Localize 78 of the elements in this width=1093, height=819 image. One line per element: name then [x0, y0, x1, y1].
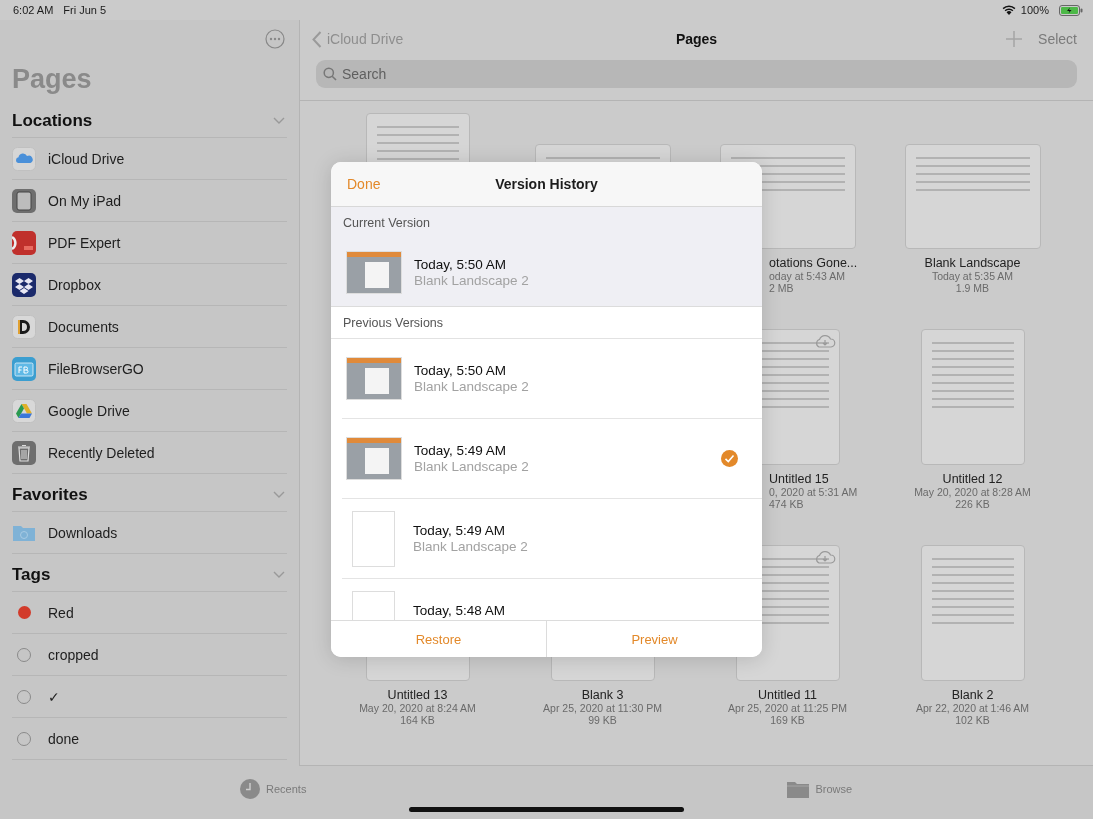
sidebar-item[interactable]: Downloads [12, 512, 287, 554]
sidebar-item[interactable]: Red [12, 592, 287, 634]
sidebar-item[interactable]: Documents [12, 306, 287, 348]
chevron-down-icon[interactable] [273, 116, 285, 125]
file-size: 1.9 MB [955, 282, 990, 294]
battery-icon [1059, 4, 1083, 16]
search-field[interactable]: Search [316, 60, 1077, 88]
section-header: Tags [12, 564, 51, 585]
sidebar-item[interactable]: cropped [12, 634, 287, 676]
version-row[interactable]: Today, 5:49 AM Blank Landscape 2 [342, 499, 762, 579]
sidebar-item[interactable]: Dropbox [12, 264, 287, 306]
file-date: May 20, 2020 at 8:24 AM [359, 702, 476, 714]
file-size: 226 KB [955, 498, 990, 510]
more-button[interactable] [265, 29, 285, 49]
section-header: Current Version [331, 207, 762, 239]
search-icon [323, 67, 337, 81]
clock-icon [240, 779, 261, 799]
sidebar-item[interactable]: ✓ [12, 676, 287, 718]
file-size: 2 MB [769, 282, 794, 294]
file-date: May 20, 2020 at 8:28 AM [914, 486, 1031, 498]
letter-d-icon [12, 314, 36, 339]
sidebar-item[interactable]: done [12, 718, 287, 760]
file-size: 99 KB [588, 714, 617, 726]
version-row[interactable]: Today, 5:49 AM Blank Landscape 2 [342, 419, 762, 499]
tablet-icon [12, 188, 36, 213]
document-thumbnail[interactable] [904, 144, 1041, 249]
sidebar-item[interactable]: On My iPad [12, 180, 287, 222]
battery-percent: 100% [1020, 4, 1049, 16]
chevron-left-icon [312, 30, 322, 48]
document-thumbnail[interactable] [920, 329, 1025, 465]
file-size: 474 KB [769, 498, 804, 510]
add-icon[interactable] [1006, 31, 1023, 47]
file-name: otations Gone... [769, 256, 858, 270]
file-date: Today at 5:35 AM [931, 270, 1014, 282]
sidebar-item[interactable]: PDF Expert [12, 222, 287, 264]
file-name: Untitled 11 [758, 688, 817, 702]
app-icon [12, 230, 36, 255]
nav-title: Pages [675, 31, 718, 47]
section-header: Favorites [12, 484, 88, 505]
version-row[interactable]: Today, 5:50 AM Blank Landscape 2 [342, 339, 762, 419]
wifi-icon [1001, 5, 1016, 15]
document-thumbnail [346, 357, 402, 400]
file-size: 102 KB [955, 714, 990, 726]
file-name: Untitled 12 [942, 472, 1003, 486]
sidebar-item[interactable]: FileBrowserGO [12, 348, 287, 390]
document-thumbnail [346, 437, 402, 480]
sidebar-item[interactable]: Google Drive [12, 390, 287, 432]
file-date: Apr 25, 2020 at 11:25 PM [728, 702, 847, 714]
file-name: Untitled 13 [387, 688, 448, 702]
chevron-down-icon[interactable] [273, 490, 285, 499]
sidebar-item[interactable]: Recently Deleted [12, 432, 287, 474]
chevron-down-icon[interactable] [273, 570, 285, 579]
status-time: 6:02 AM [13, 4, 54, 16]
file-date: Apr 22, 2020 at 1:46 AM [915, 702, 1030, 714]
sidebar-item[interactable]: iCloud Drive [12, 138, 287, 180]
folder-icon [12, 356, 36, 381]
file-name: Untitled 15 [769, 472, 829, 486]
version-row[interactable]: Today, 5:50 AM Blank Landscape 2 [331, 239, 762, 307]
trash-icon [12, 440, 36, 465]
file-name: Blank 2 [951, 688, 994, 702]
file-size: 164 KB [400, 714, 435, 726]
section-header: Locations [12, 110, 93, 131]
file-size: 169 KB [770, 714, 805, 726]
file-name: Blank 3 [581, 688, 624, 702]
dialog-title: Version History [495, 176, 598, 192]
section-header: Previous Versions [331, 307, 762, 339]
status-date: Fri Jun 5 [63, 4, 107, 16]
file-name: Blank Landscape [924, 256, 1021, 270]
file-date: Apr 25, 2020 at 11:30 PM [543, 702, 662, 714]
sidebar-title: Pages [12, 63, 93, 96]
document-thumbnail[interactable] [920, 545, 1025, 681]
file-date: oday at 5:43 AM [769, 270, 845, 282]
folder-icon [787, 780, 810, 798]
document-thumbnail [346, 251, 402, 294]
cloud-icon [12, 146, 36, 171]
file-date: 0, 2020 at 5:31 AM [769, 486, 858, 498]
box-stack-icon [12, 272, 36, 297]
document-thumbnail [352, 510, 395, 567]
